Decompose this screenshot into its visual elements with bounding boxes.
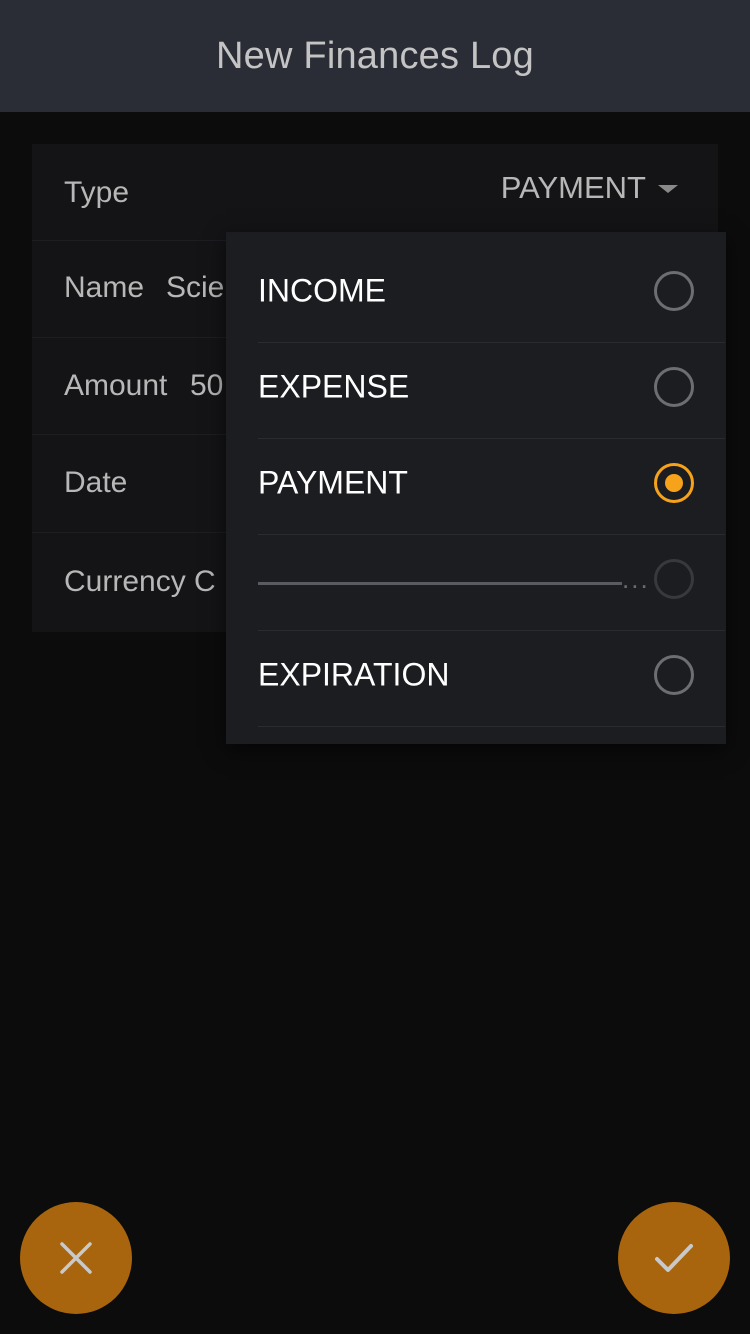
divider	[258, 582, 622, 585]
radio-icon[interactable]	[654, 655, 694, 695]
type-selected-value: PAYMENT	[500, 170, 646, 205]
name-label: Name	[64, 271, 145, 304]
type-select[interactable]: PAYMENT	[501, 170, 678, 206]
option-income[interactable]: INCOME	[258, 247, 725, 343]
type-dropdown-menu: INCOME EXPENSE PAYMENT ... EXPIRATION	[226, 232, 726, 744]
page: New Finances Log Type PAYMENT Name Scie …	[0, 0, 750, 1334]
option-payment[interactable]: PAYMENT	[258, 439, 725, 535]
type-label: Type	[64, 176, 130, 209]
close-icon	[60, 1242, 92, 1274]
date-label: Date	[64, 466, 128, 499]
option-label: INCOME	[258, 272, 386, 309]
radio-disabled-icon	[654, 559, 694, 599]
app-header: New Finances Log	[0, 0, 750, 112]
check-icon	[655, 1244, 693, 1272]
option-expense[interactable]: EXPENSE	[258, 343, 725, 439]
name-field[interactable]: Scie	[166, 271, 224, 305]
option-separator: ...	[258, 535, 725, 631]
page-title: New Finances Log	[216, 34, 534, 77]
amount-label: Amount	[64, 369, 168, 402]
option-label: EXPENSE	[258, 368, 410, 405]
cancel-button[interactable]	[20, 1202, 132, 1314]
amount-field[interactable]: 50	[190, 369, 223, 403]
ellipsis-text: ...	[622, 564, 650, 594]
confirm-button[interactable]	[618, 1202, 730, 1314]
option-label: EXPIRATION	[258, 656, 450, 693]
option-label: PAYMENT	[258, 464, 408, 501]
radio-checked-icon[interactable]	[654, 463, 694, 503]
caret-down-icon	[658, 185, 678, 193]
type-row: Type PAYMENT	[32, 144, 718, 241]
radio-icon[interactable]	[654, 271, 694, 311]
radio-icon[interactable]	[654, 367, 694, 407]
currency-label: Currency C	[64, 565, 216, 598]
option-expiration[interactable]: EXPIRATION	[258, 631, 725, 727]
